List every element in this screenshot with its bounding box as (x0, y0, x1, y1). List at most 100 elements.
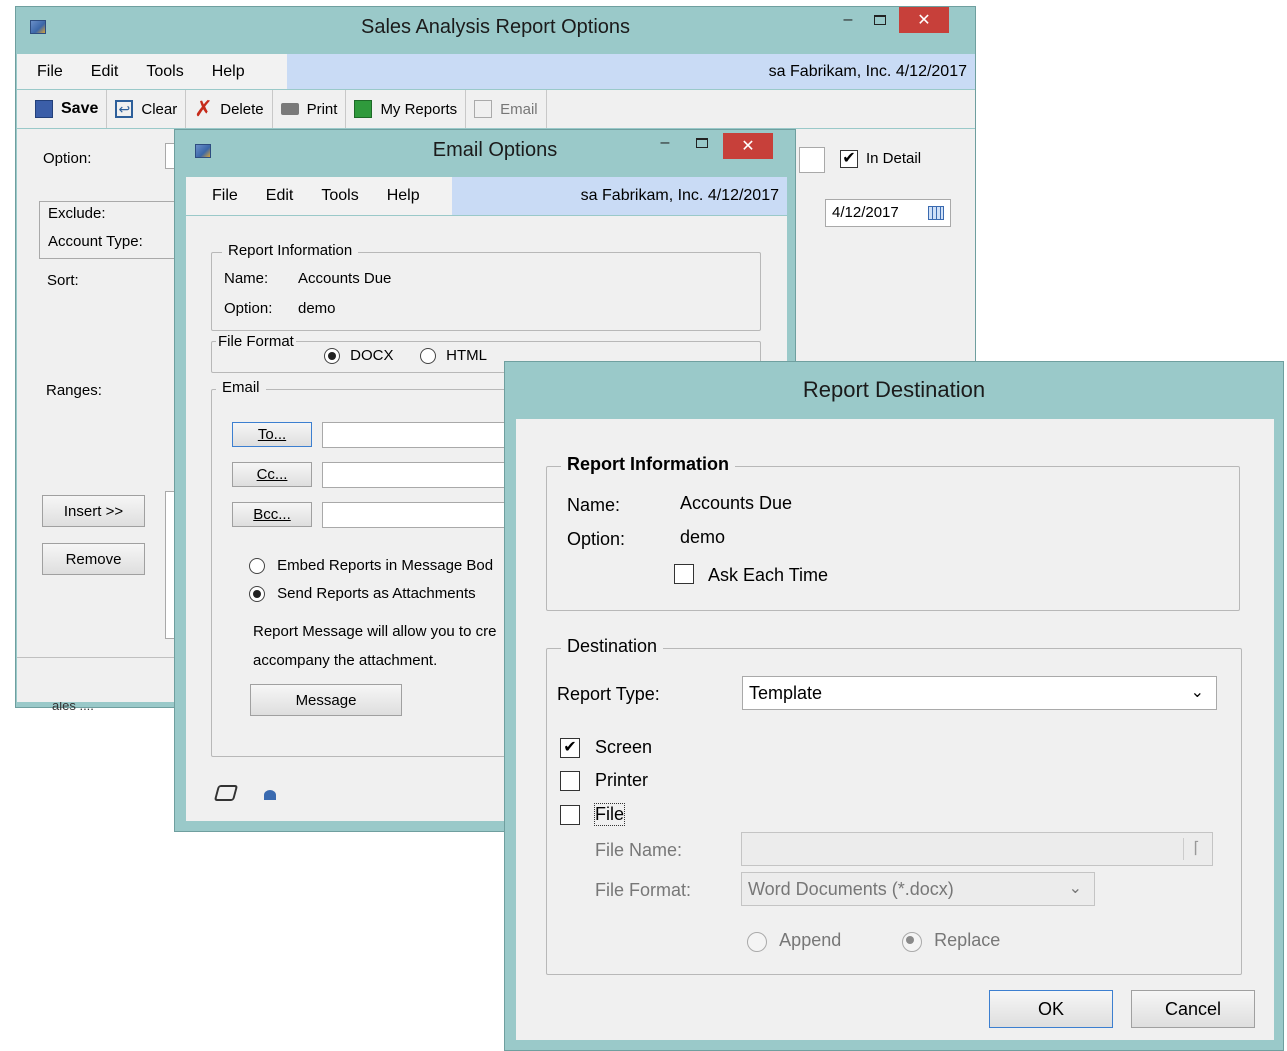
report-type-select[interactable]: Template ⌄ (742, 676, 1217, 710)
menu-file[interactable]: File (37, 63, 77, 81)
name-label: Name: (224, 270, 269, 287)
ok-button[interactable]: OK (989, 990, 1113, 1028)
sales-toolbar: Save ↩ Clear ✗ Delete Print My Reports E… (17, 90, 975, 128)
option-label: Option: (567, 529, 626, 549)
menu-edit[interactable]: Edit (77, 63, 133, 81)
close-icon[interactable]: ✕ (899, 7, 949, 33)
embed-radio-option[interactable]: Embed Reports in Message Bod (249, 557, 493, 575)
file-label: File (593, 803, 626, 826)
name-value: Accounts Due (680, 493, 793, 513)
option-value: demo (298, 300, 336, 317)
window-title: Sales Analysis Report Options (360, 15, 631, 38)
user-info: sa Fabrikam, Inc. 4/12/2017 (287, 54, 975, 89)
append-radio-option[interactable]: Append (747, 930, 841, 953)
replace-radio-option[interactable]: Replace (902, 930, 1000, 953)
message-hint-line1: Report Message will allow you to cre (253, 623, 497, 640)
attach-radio-option[interactable]: Send Reports as Attachments (249, 585, 476, 603)
partial-background-text: ales .... (52, 702, 94, 712)
maximize-icon[interactable] (688, 130, 716, 156)
sales-menubar: File Edit Tools Help sa Fabrikam, Inc. 4… (17, 54, 975, 89)
destination-title: Destination (561, 636, 664, 657)
html-radio-option[interactable]: HTML (420, 347, 487, 365)
cc-button[interactable]: Cc... (232, 462, 312, 487)
attach-radio[interactable] (249, 586, 265, 603)
docx-radio[interactable] (324, 348, 340, 365)
html-radio[interactable] (420, 348, 436, 365)
date-field[interactable]: 4/12/2017 (825, 199, 951, 227)
email-button[interactable]: Email (466, 90, 547, 128)
screen-checkbox[interactable]: ✔ (560, 738, 580, 758)
my-reports-icon (354, 100, 373, 118)
misc-field-right[interactable] (799, 147, 825, 173)
minimize-icon[interactable]: – (651, 130, 679, 156)
sales-titlebar: Sales Analysis Report Options – ✕ (16, 7, 975, 47)
file-format-label: File Format: (595, 880, 692, 900)
destination-titlebar: Report Destination (505, 362, 1283, 418)
menu-edit[interactable]: Edit (252, 187, 308, 205)
screen-label: Screen (595, 737, 653, 757)
email-icon (474, 100, 493, 118)
ask-each-time-label: Ask Each Time (708, 565, 829, 585)
option-label: Option: (43, 150, 92, 167)
user-info: sa Fabrikam, Inc. 4/12/2017 (452, 177, 787, 215)
note-icon[interactable] (213, 785, 239, 801)
report-type-value: Template (749, 683, 823, 703)
cancel-button[interactable]: Cancel (1131, 990, 1255, 1028)
menu-help[interactable]: Help (198, 63, 259, 81)
email-titlebar: Email Options – ✕ (175, 130, 795, 170)
file-checkbox[interactable] (560, 805, 580, 825)
menu-file[interactable]: File (212, 187, 252, 205)
account-type-label: Account Type: (48, 233, 143, 250)
printer-checkbox[interactable] (560, 771, 580, 791)
ask-each-time-checkbox[interactable] (674, 564, 694, 584)
file-format-select[interactable]: Word Documents (*.docx) ⌄ (741, 872, 1095, 906)
save-button[interactable]: Save (27, 90, 108, 128)
destination-group: Destination Report Type: Template ⌄ ✔ Sc… (546, 636, 1242, 975)
clear-button[interactable]: ↩ Clear (107, 90, 187, 128)
option-value: demo (680, 527, 726, 547)
to-button[interactable]: To... (232, 422, 312, 447)
file-name-label: File Name: (595, 840, 683, 860)
message-hint-line2: accompany the attachment. (253, 652, 438, 669)
docx-radio-option[interactable]: DOCX (324, 347, 394, 365)
message-button[interactable]: Message (250, 684, 402, 716)
print-button[interactable]: Print (273, 90, 347, 128)
folder-browse-icon[interactable]: ⌈ (1183, 838, 1209, 860)
remove-button[interactable]: Remove (42, 543, 145, 575)
close-icon[interactable]: ✕ (723, 133, 773, 159)
minimize-icon[interactable]: – (834, 7, 862, 33)
delete-button[interactable]: ✗ Delete (186, 90, 273, 128)
exclude-label: Exclude: (48, 205, 106, 222)
report-info-group: Report Information Name: Accounts Due Op… (546, 454, 1240, 611)
chevron-down-icon: ⌄ (1190, 684, 1204, 701)
help-icon[interactable] (264, 790, 276, 800)
file-format-value: Word Documents (*.docx) (748, 879, 954, 899)
report-info-title: Report Information (222, 242, 359, 259)
in-detail-checkbox[interactable]: ✔ (840, 150, 858, 168)
bcc-button[interactable]: Bcc... (232, 502, 312, 527)
my-reports-button[interactable]: My Reports (346, 90, 467, 128)
maximize-icon[interactable] (866, 7, 894, 33)
report-info-title: Report Information (561, 454, 735, 475)
delete-icon: ✗ (194, 96, 213, 121)
replace-radio[interactable] (902, 932, 922, 953)
destination-content: Report Information Name: Accounts Due Op… (516, 419, 1274, 1040)
ranges-label: Ranges: (46, 382, 102, 399)
embed-radio[interactable] (249, 558, 265, 575)
in-detail-label: In Detail (866, 150, 922, 167)
name-label: Name: (567, 495, 621, 515)
email-menubar: File Edit Tools Help sa Fabrikam, Inc. 4… (186, 177, 787, 215)
save-icon (35, 100, 53, 118)
chevron-down-icon: ⌄ (1068, 880, 1082, 897)
append-radio[interactable] (747, 932, 767, 953)
menu-help[interactable]: Help (373, 187, 434, 205)
insert-button[interactable]: Insert >> (42, 495, 145, 527)
file-name-input[interactable]: ⌈ (741, 832, 1213, 866)
report-type-label: Report Type: (557, 684, 660, 704)
calendar-icon[interactable] (928, 206, 944, 220)
window-title: Report Destination (802, 377, 986, 402)
name-value: Accounts Due (298, 270, 392, 287)
file-format-title: File Format (216, 333, 296, 350)
menu-tools[interactable]: Tools (307, 187, 372, 205)
menu-tools[interactable]: Tools (132, 63, 197, 81)
